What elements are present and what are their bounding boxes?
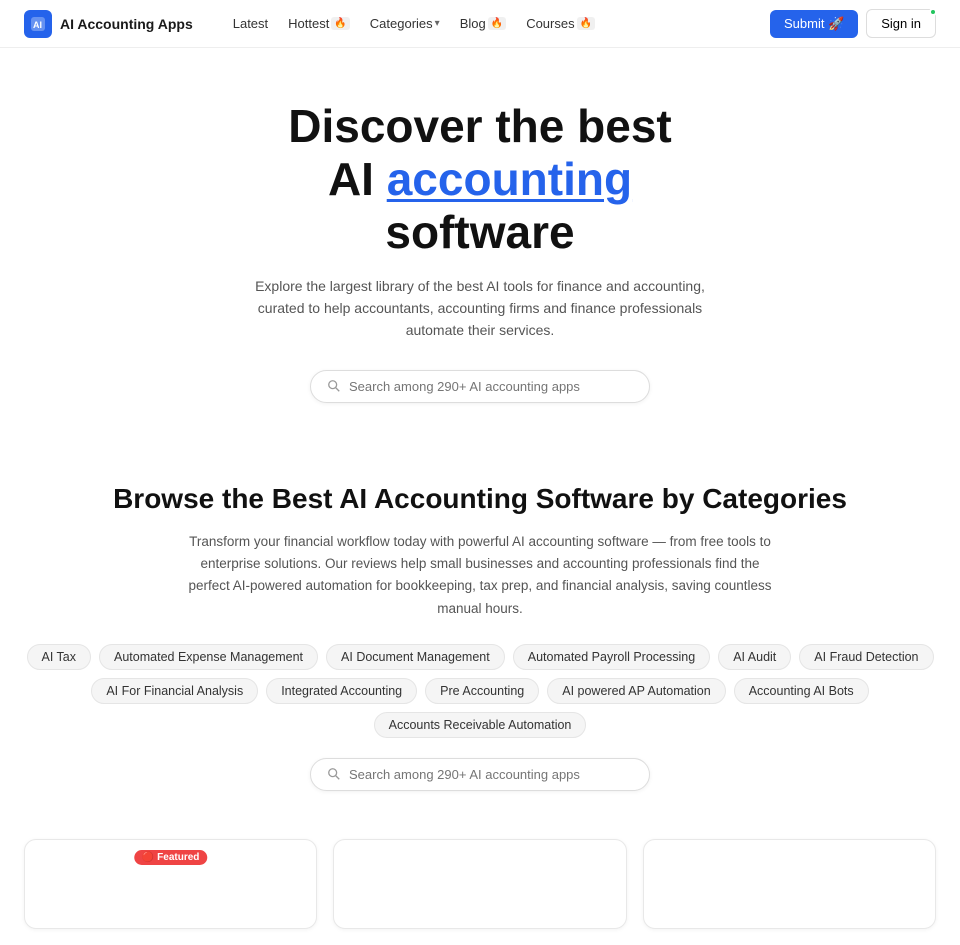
nav-blog[interactable]: Blog🔥 [452, 12, 514, 35]
card-2[interactable] [333, 839, 626, 929]
category-tag[interactable]: Accounting AI Bots [734, 678, 869, 704]
categories-title: Browse the Best AI Accounting Software b… [24, 483, 936, 515]
category-tag[interactable]: Automated Payroll Processing [513, 644, 710, 670]
nav-right: Submit 🚀 Sign in [770, 9, 936, 38]
svg-text:AI: AI [33, 20, 42, 30]
nav-hottest[interactable]: Hottest🔥 [280, 12, 358, 35]
hero-search-wrap [310, 370, 650, 403]
category-tag[interactable]: AI powered AP Automation [547, 678, 725, 704]
category-tag[interactable]: Integrated Accounting [266, 678, 417, 704]
category-tag[interactable]: Pre Accounting [425, 678, 539, 704]
site-logo[interactable]: AI AI Accounting Apps [24, 10, 193, 38]
categories-desc: Transform your financial workflow today … [180, 531, 780, 620]
search-input[interactable] [349, 379, 633, 394]
tags-row: AI Tax Automated Expense Management AI Doc… [24, 644, 936, 738]
navbar: AI AI Accounting Apps Latest Hottest🔥 Ca… [0, 0, 960, 48]
categories-chevron: ▾ [435, 18, 440, 29]
online-dot [929, 8, 937, 16]
nav-links: Latest Hottest🔥 Categories▾ Blog🔥 Course… [225, 12, 770, 35]
category-tag[interactable]: AI For Financial Analysis [91, 678, 258, 704]
courses-badge: 🔥 [577, 17, 595, 30]
categories-search-wrap [310, 758, 650, 791]
category-tag[interactable]: AI Document Management [326, 644, 505, 670]
categories-search-box [310, 758, 650, 791]
site-name: AI Accounting Apps [60, 16, 193, 32]
search-icon-2 [327, 767, 341, 781]
categories-section: Browse the Best AI Accounting Software b… [0, 443, 960, 823]
hero-search-box [310, 370, 650, 403]
nav-latest[interactable]: Latest [225, 12, 276, 35]
nav-courses[interactable]: Courses🔥 [518, 12, 603, 35]
category-tag[interactable]: AI Fraud Detection [799, 644, 933, 670]
search-icon [327, 379, 341, 393]
card-3[interactable] [643, 839, 936, 929]
hero-title: Discover the best AI accounting software [24, 100, 936, 259]
category-tag[interactable]: AI Tax [27, 644, 92, 670]
hero-subtitle: Explore the largest library of the best … [240, 275, 720, 342]
featured-badge-1: 🔴 Featured [134, 850, 207, 865]
hero-section: Discover the best AI accounting software… [0, 48, 960, 443]
submit-button[interactable]: Submit 🚀 [770, 10, 858, 38]
category-tag[interactable]: Accounts Receivable Automation [374, 712, 587, 738]
signin-button[interactable]: Sign in [866, 9, 936, 38]
logo-svg: AI [30, 16, 46, 32]
logo-icon: AI [24, 10, 52, 38]
blog-badge: 🔥 [488, 17, 506, 30]
hottest-badge: 🔥 [331, 17, 349, 30]
cards-preview: 🔴 Featured [0, 823, 960, 945]
nav-categories[interactable]: Categories▾ [362, 12, 448, 35]
category-tag[interactable]: Automated Expense Management [99, 644, 318, 670]
card-1[interactable]: 🔴 Featured [24, 839, 317, 929]
categories-search-input[interactable] [349, 767, 633, 782]
category-tag[interactable]: AI Audit [718, 644, 791, 670]
